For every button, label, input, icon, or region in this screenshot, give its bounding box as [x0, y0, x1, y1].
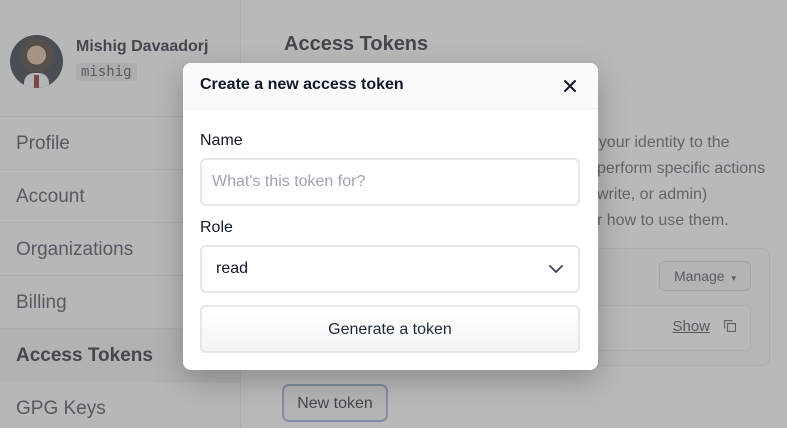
role-selected-value: read — [216, 260, 249, 277]
chevron-down-icon — [549, 265, 563, 273]
create-token-modal: Create a new access token Name Role read… — [183, 63, 598, 370]
role-select[interactable]: read — [200, 245, 580, 293]
token-name-input[interactable] — [200, 158, 580, 206]
modal-header: Create a new access token — [183, 63, 598, 109]
close-icon[interactable] — [560, 76, 580, 96]
role-label: Role — [200, 219, 233, 236]
generate-token-button[interactable]: Generate a token — [200, 305, 580, 353]
name-label: Name — [200, 132, 243, 149]
modal-title: Create a new access token — [200, 76, 404, 93]
